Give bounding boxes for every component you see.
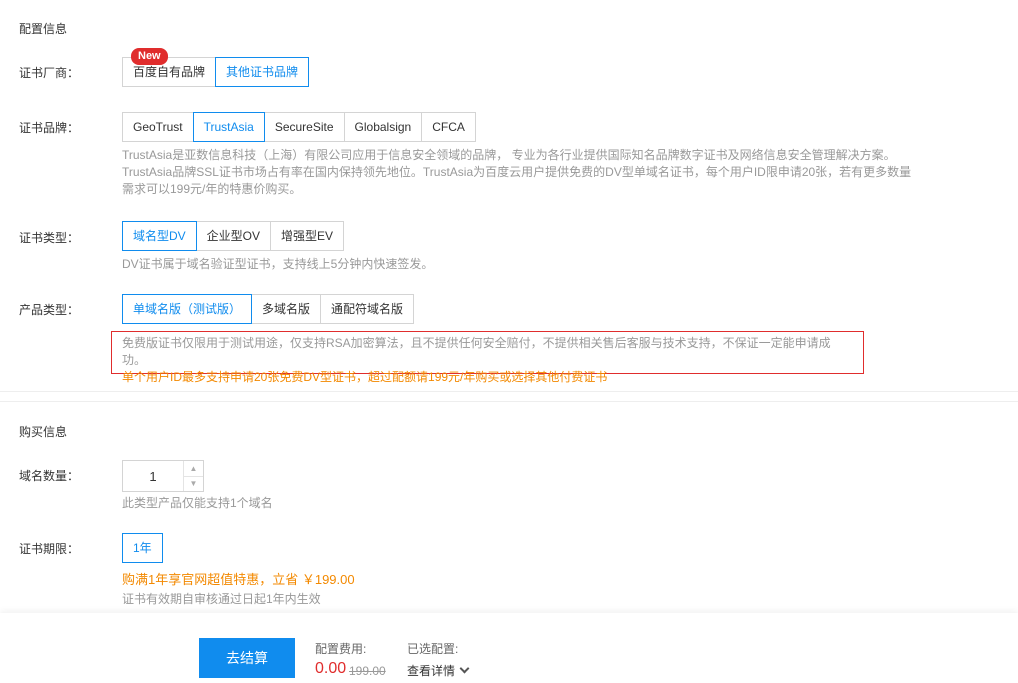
vendor-label: 证书厂商： bbox=[19, 66, 80, 80]
product-option-multi[interactable]: 多域名版 bbox=[251, 294, 322, 324]
product-label: 产品类型： bbox=[19, 303, 80, 317]
product-options: 单域名版（测试版） 多域名版 通配符域名版 bbox=[122, 294, 415, 324]
section-divider bbox=[0, 391, 1018, 392]
brand-desc-line-1: TrustAsia是亚数信息科技（上海）有限公司应用于信息安全领域的品牌， 专业… bbox=[122, 148, 896, 162]
type-options: 域名型DV 企业型OV 增强型EV bbox=[122, 221, 345, 251]
brand-option-geotrust[interactable]: GeoTrust bbox=[122, 112, 194, 142]
vendor-option-other[interactable]: 其他证书品牌 bbox=[215, 57, 310, 87]
brand-description: TrustAsia是亚数信息科技（上海）有限公司应用于信息安全领域的品牌， 专业… bbox=[122, 147, 911, 198]
domain-count-stepper: ▲ ▼ bbox=[122, 460, 204, 492]
period-label: 证书期限： bbox=[19, 542, 80, 556]
brand-desc-line-2: TrustAsia品牌SSL证书市场占有率在国内保持领先地位。TrustAsia… bbox=[122, 165, 912, 179]
fee-price: 0.00 bbox=[315, 660, 347, 677]
stepper-controls: ▲ ▼ bbox=[183, 461, 203, 491]
chevron-down-icon bbox=[459, 663, 470, 674]
period-promo: 购满1年享官网超值特惠，立省 ￥199.00 bbox=[122, 572, 355, 587]
domain-count-input[interactable] bbox=[123, 461, 183, 491]
checkout-footer: 去结算 配置费用: 0.00 199.00 已选配置: 查看详情 bbox=[0, 613, 1018, 683]
purchase-section-title: 购买信息 bbox=[19, 425, 68, 439]
domain-count-label: 域名数量： bbox=[19, 469, 80, 483]
increment-icon[interactable]: ▲ bbox=[184, 461, 203, 477]
warning-line-2: 单个用户ID最多支持申请20张免费DV型证书，超过配额请199元/年购买或选择其… bbox=[122, 370, 608, 384]
brand-options: GeoTrust TrustAsia SecureSite Globalsign… bbox=[122, 112, 476, 142]
decrement-icon[interactable]: ▼ bbox=[184, 477, 203, 492]
checkout-button[interactable]: 去结算 bbox=[199, 638, 295, 678]
brand-desc-line-3: 需求可以199元/年的特惠价购买。 bbox=[122, 182, 302, 196]
fee-original-price: 199.00 bbox=[349, 664, 386, 678]
period-option-1-year[interactable]: 1年 bbox=[122, 533, 163, 563]
fee-label: 配置费用: bbox=[315, 642, 367, 656]
product-warning: 免费版证书仅限用于测试用途，仅支持RSA加密算法，且不提供任何安全赔付，不提供相… bbox=[111, 331, 864, 384]
brand-option-securesite[interactable]: SecureSite bbox=[263, 112, 345, 142]
type-label: 证书类型： bbox=[19, 231, 80, 245]
config-section-title: 配置信息 bbox=[19, 22, 68, 36]
brand-option-trustasia[interactable]: TrustAsia bbox=[192, 112, 265, 142]
config-label: 已选配置: bbox=[407, 642, 459, 656]
type-option-dv[interactable]: 域名型DV bbox=[122, 221, 197, 251]
brand-label: 证书品牌： bbox=[19, 121, 80, 135]
view-details-label: 查看详情 bbox=[407, 664, 456, 678]
brand-option-cfca[interactable]: CFCA bbox=[421, 112, 476, 142]
product-option-wildcard[interactable]: 通配符域名版 bbox=[320, 294, 415, 324]
domain-count-hint: 此类型产品仅能支持1个域名 bbox=[122, 496, 273, 510]
new-badge: New bbox=[131, 48, 168, 65]
type-option-ov[interactable]: 企业型OV bbox=[195, 221, 272, 251]
view-details-link[interactable]: 查看详情 bbox=[407, 662, 470, 679]
brand-option-globalsign[interactable]: Globalsign bbox=[343, 112, 423, 142]
period-hint: 证书有效期自审核通过日起1年内生效 bbox=[122, 592, 321, 606]
type-option-ev[interactable]: 增强型EV bbox=[270, 221, 345, 251]
product-option-single[interactable]: 单域名版（测试版） bbox=[122, 294, 253, 324]
type-description: DV证书属于域名验证型证书，支持线上5分钟内快速签发。 bbox=[122, 257, 434, 271]
warning-line-1: 免费版证书仅限用于测试用途，仅支持RSA加密算法，且不提供任何安全赔付，不提供相… bbox=[122, 336, 831, 367]
period-options: 1年 bbox=[122, 533, 163, 563]
section-divider bbox=[0, 401, 1018, 402]
